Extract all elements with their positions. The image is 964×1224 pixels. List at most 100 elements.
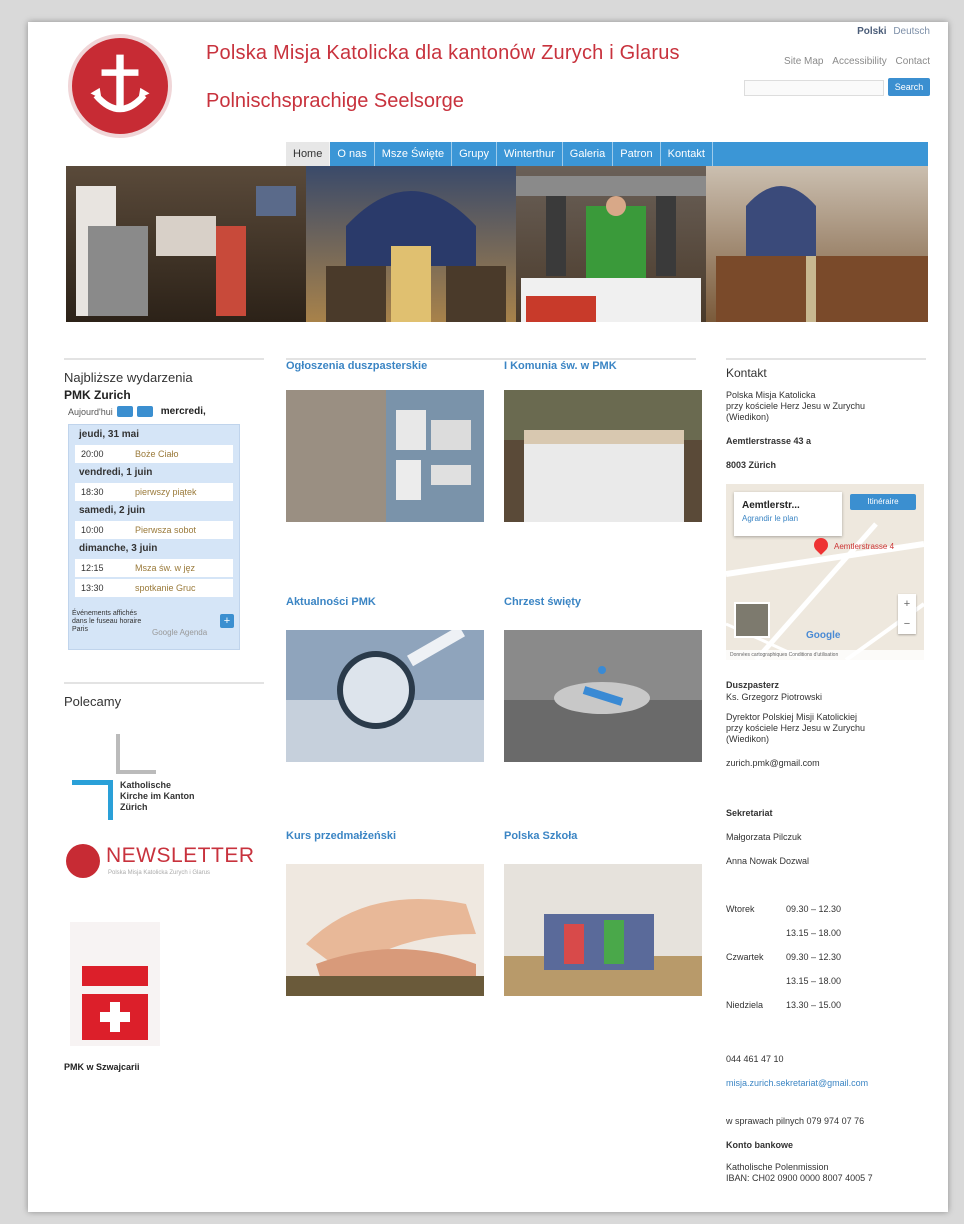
google-logo: Google xyxy=(806,630,841,641)
director-line2: przy kościele Herz Jesu w Zurychu xyxy=(726,723,866,733)
tab-home[interactable]: Home xyxy=(286,142,331,166)
secretary-2: Anna Nowak Dozwal xyxy=(726,856,810,866)
main-nav: Home O nas Msze Święte Grupy Winterthur … xyxy=(286,142,928,166)
card-image-chrzest[interactable] xyxy=(504,630,702,762)
left-divider xyxy=(64,358,264,360)
accessibility-link[interactable]: Accessibility xyxy=(832,56,886,67)
event-time: 20:00 xyxy=(81,449,104,459)
tab-winterthur[interactable]: Winterthur xyxy=(497,142,563,166)
secretariat-heading: Sekretariat xyxy=(726,808,773,818)
hours-day: Niedziela xyxy=(726,1000,764,1010)
card-title-szkola[interactable]: Polska Szkoła xyxy=(504,830,577,842)
event-time: 10:00 xyxy=(81,525,104,535)
language-switcher: Polski Deutsch xyxy=(857,26,930,37)
next-arrow-icon[interactable] xyxy=(136,406,153,417)
church-photo-collage xyxy=(66,166,928,322)
tab-kontakt[interactable]: Kontakt xyxy=(661,142,713,166)
event-name: pierwszy piątek xyxy=(135,487,197,497)
newsletter-subtitle: Polska Misja Katolicka Zurych i Glarus xyxy=(108,870,211,876)
contact-street: Aemtlerstrasse 43 a xyxy=(726,436,812,446)
today-button[interactable]: Aujourd'hui xyxy=(68,407,113,417)
pastor-email[interactable]: zurich.pmk@gmail.com xyxy=(726,758,820,769)
search-input[interactable] xyxy=(744,80,884,96)
recommended-title: Polecamy xyxy=(64,694,122,709)
event-time: 13:30 xyxy=(81,583,104,593)
enlarge-map-link[interactable]: Agrandir le plan xyxy=(742,514,798,523)
contact-link[interactable]: Contact xyxy=(896,56,930,67)
pmk-switzerland-label[interactable]: PMK w Szwajcarii xyxy=(64,1062,140,1072)
add-calendar-icon[interactable]: + xyxy=(220,614,234,628)
newsletter-logo-icon xyxy=(66,844,100,878)
pmk-switzerland-flag[interactable] xyxy=(70,922,160,1046)
poland-swiss-flag-icon xyxy=(70,922,160,1046)
phone-number: 044 461 47 10 xyxy=(726,1054,784,1064)
map-attribution[interactable]: Données cartographiques Conditions d'uti… xyxy=(726,650,924,660)
newspaper-magnifier-photo xyxy=(286,630,484,762)
right-divider xyxy=(726,358,926,360)
site-subtitle: Polnischsprachige Seelsorge xyxy=(206,90,464,112)
pastor-heading: Duszpasterz xyxy=(726,680,780,690)
tab-msze[interactable]: Msze Święte xyxy=(375,142,453,166)
pastor-name: Ks. Grzegorz Piotrowski xyxy=(726,692,823,702)
google-calendar-link[interactable]: Google Agenda xyxy=(152,628,207,637)
calendar-event[interactable]: 18:30 pierwszy piątek xyxy=(75,483,233,501)
calendar-event[interactable]: 20:00 Boże Ciało xyxy=(75,445,233,463)
current-day: mercredi, xyxy=(160,406,206,417)
lang-polski[interactable]: Polski xyxy=(857,26,886,37)
tab-galeria[interactable]: Galeria xyxy=(563,142,614,166)
contact-city: 8003 Zürich xyxy=(726,460,777,470)
card-image-komunia[interactable] xyxy=(504,390,702,522)
secretariat-email[interactable]: misja.zurich.sekretariat@gmail.com xyxy=(726,1078,868,1089)
event-name: Pierwsza sobot xyxy=(135,525,197,535)
card-title-chrzest[interactable]: Chrzest święty xyxy=(504,596,581,608)
card-image-ogloszenia[interactable] xyxy=(286,390,484,522)
bank-name: Katholische Polenmission xyxy=(726,1162,829,1172)
card-image-szkola[interactable] xyxy=(504,864,702,996)
secretary-1: Małgorzata Pilczuk xyxy=(726,832,802,842)
sitemap-link[interactable]: Site Map xyxy=(784,56,823,67)
card-image-aktualnosci[interactable] xyxy=(286,630,484,762)
satellite-toggle[interactable] xyxy=(734,602,770,638)
calendar-day: dimanche, 3 juin xyxy=(79,543,158,554)
director-line3: (Wiedikon) xyxy=(726,734,770,744)
event-name: Boże Ciało xyxy=(135,449,179,459)
location-map[interactable]: Aemtlerstr... Agrandir le plan Itinérair… xyxy=(726,484,924,660)
events-title: Najbliższe wydarzenia xyxy=(64,370,193,385)
calendar-day: jeudi, 31 mai xyxy=(79,429,140,440)
mission-logo[interactable] xyxy=(68,34,172,138)
card-title-aktualnosci[interactable]: Aktualności PMK xyxy=(286,596,376,608)
calendar-event[interactable]: 12:15 Msza św. w jęz xyxy=(75,559,233,577)
newsletter-banner[interactable]: NEWSLETTER Polska Misja Katolicka Zurych… xyxy=(66,840,266,886)
bank-iban: IBAN: CH02 0900 0000 8007 4005 7 xyxy=(726,1173,873,1183)
urgent-phone: w sprawach pilnych 079 974 07 76 xyxy=(726,1116,865,1126)
event-time: 18:30 xyxy=(81,487,104,497)
kkz-text: Katholische Kirche im Kanton Zürich xyxy=(120,780,195,812)
timezone-note: Événements affichés dans le fuseau horai… xyxy=(72,610,142,633)
directions-button[interactable]: Itinéraire xyxy=(850,494,916,510)
prev-arrow-icon[interactable] xyxy=(116,406,133,417)
card-title-komunia[interactable]: I Komunia św. w PMK xyxy=(504,360,617,372)
communion-group-photo xyxy=(504,390,702,522)
hours-time: 09.30 – 12.30 xyxy=(786,952,842,962)
card-image-kurs[interactable] xyxy=(286,864,484,996)
calendar-event[interactable]: 10:00 Pierwsza sobot xyxy=(75,521,233,539)
site-title[interactable]: Polska Misja Katolicka dla kantonów Zury… xyxy=(206,42,680,65)
map-place-name: Aemtlerstr... xyxy=(742,500,800,511)
search-button[interactable]: Search xyxy=(888,78,930,96)
calendar-footer: Événements affichés dans le fuseau horai… xyxy=(68,606,240,646)
lang-deutsch[interactable]: Deutsch xyxy=(893,26,930,37)
tab-grupy[interactable]: Grupy xyxy=(452,142,498,166)
card-title-ogloszenia[interactable]: Ogłoszenia duszpasterskie xyxy=(286,360,427,372)
map-popup: Aemtlerstr... Agrandir le plan xyxy=(734,492,842,536)
bank-heading: Konto bankowe xyxy=(726,1140,793,1150)
tab-patron[interactable]: Patron xyxy=(613,142,661,166)
holding-hands-photo xyxy=(286,864,484,996)
left-divider xyxy=(64,682,264,684)
card-title-kurs[interactable]: Kurs przedmałżeński xyxy=(286,830,396,842)
calendar-event[interactable]: 13:30 spotkanie Gruc xyxy=(75,579,233,597)
tab-o-nas[interactable]: O nas xyxy=(330,142,375,166)
zoom-controls[interactable]: + − xyxy=(898,594,916,634)
event-name: spotkanie Gruc xyxy=(135,583,196,593)
kkz-logo[interactable]: Katholische Kirche im Kanton Zürich xyxy=(68,734,228,824)
hours-day: Wtorek xyxy=(726,904,755,914)
